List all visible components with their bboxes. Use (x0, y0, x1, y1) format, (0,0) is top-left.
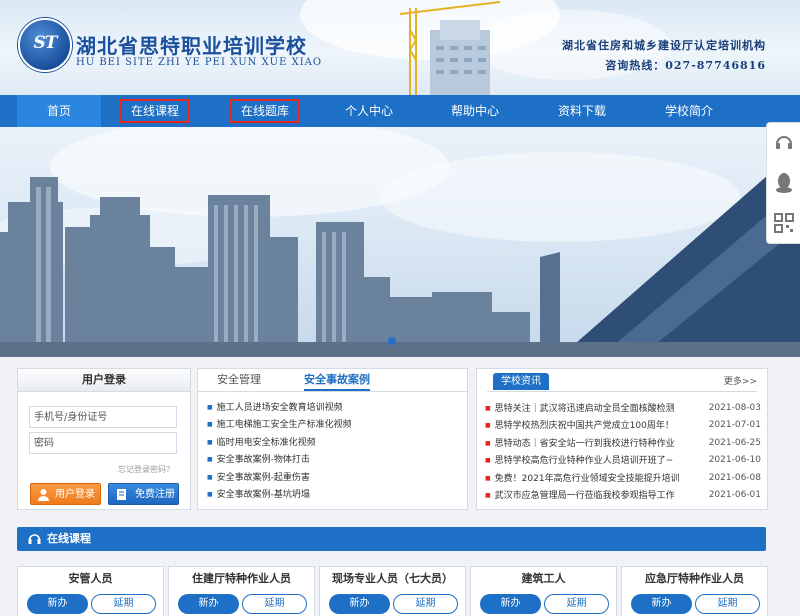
password-input[interactable] (29, 432, 177, 454)
side-toolbar (766, 122, 800, 244)
register-button-label: 免费注册 (135, 489, 175, 500)
nav-online-courses[interactable]: 在线课程 (120, 99, 190, 123)
course-card-site-staff: 现场专业人员（七大员） 新办 延期 (319, 566, 466, 616)
nav-question-bank[interactable]: 在线题库 (230, 99, 300, 123)
user-icon (38, 489, 49, 501)
news-date: 2021-07-01 (708, 420, 761, 431)
list-item[interactable]: 安全事故案例-起重伤害 (207, 469, 352, 486)
new-enroll-button[interactable]: 新办 (631, 594, 692, 614)
course-title: 住建厅特种作业人员 (192, 572, 291, 585)
nav-home[interactable]: 首页 (17, 95, 101, 127)
main-nav: 首页 在线课程 在线题库 个人中心 帮助中心 资料下载 学校简介 (0, 95, 800, 127)
news-item[interactable]: 武汉市应急管理局一行莅临我校参观指导工作 2021-06-01 (485, 487, 761, 504)
nav-help-center[interactable]: 帮助中心 (433, 95, 517, 127)
login-button[interactable]: 用户登录 (30, 483, 101, 505)
course-title: 现场专业人员（七大员） (332, 572, 453, 585)
school-name: 湖北省思特职业培训学校 (76, 34, 307, 58)
list-item[interactable]: 安全事故案例-基坑坍塌 (207, 486, 352, 503)
username-input[interactable] (29, 406, 177, 428)
crane-illustration (399, 1, 501, 95)
extend-button[interactable]: 延期 (544, 594, 609, 614)
news-list: 思特关注｜武汉将迅速启动全员全面核酸检测 2021-08-03 思特学校热烈庆祝中… (485, 400, 761, 504)
news-date: 2021-06-01 (708, 489, 761, 500)
extend-button[interactable]: 延期 (91, 594, 156, 614)
extend-button[interactable]: 延期 (695, 594, 760, 614)
site-header: ST 湖北省思特职业培训学校 HU BEI SITE ZHI YE PEI XU… (0, 0, 800, 95)
safety-panel: 安全管理 安全事故案例 施工人员进场安全教育培训视频 施工电梯施工安全生产标准化… (197, 368, 468, 510)
login-title: 用户登录 (18, 369, 190, 392)
news-date: 2021-06-10 (708, 455, 761, 466)
new-enroll-button[interactable]: 新办 (329, 594, 390, 614)
news-item[interactable]: 思特学校高危行业特种作业人员培训开班了~ 2021-06-10 (485, 452, 761, 469)
news-title: 思特学校热烈庆祝中国共产党成立100周年！ (494, 421, 674, 432)
banner-indicator[interactable] (388, 337, 396, 345)
login-button-label: 用户登录 (55, 489, 95, 500)
course-title: 应急厅特种作业人员 (645, 572, 744, 585)
tab-safety-management[interactable]: 安全管理 (217, 369, 261, 391)
news-title: 思特关注｜武汉将迅速启动全员全面核酸检测 (494, 404, 675, 415)
news-item[interactable]: 思特关注｜武汉将迅速启动全员全面核酸检测 2021-08-03 (485, 400, 761, 417)
school-pinyin: HU BEI SITE ZHI YE PEI XUN XUE XIAO (76, 57, 323, 68)
logo-text: ST (33, 33, 58, 53)
list-item[interactable]: 施工电梯施工安全生产标准化视频 (207, 416, 352, 433)
news-date: 2021-06-08 (708, 472, 761, 483)
course-title: 安管人员 (68, 572, 113, 585)
extend-button[interactable]: 延期 (393, 594, 458, 614)
section-title: 在线课程 (47, 532, 91, 545)
qr-code-icon[interactable] (767, 203, 800, 243)
forgot-password-link[interactable]: 忘记登录密码？ (118, 464, 174, 475)
news-date: 2021-08-03 (708, 403, 761, 413)
hotline-text: 咨询热线：027-87746816 (605, 59, 766, 72)
course-title: 建筑工人 (521, 572, 566, 585)
nav-personal-center[interactable]: 个人中心 (327, 95, 411, 127)
list-item[interactable]: 安全事故案例-物体打击 (207, 451, 352, 468)
school-logo[interactable]: ST (18, 18, 72, 72)
login-panel: 用户登录 忘记登录密码？ 用户登录 免费注册 (17, 368, 191, 510)
city-skyline-image (0, 127, 800, 357)
headphones-icon (28, 534, 41, 544)
document-icon (117, 489, 126, 500)
new-enroll-button[interactable]: 新办 (27, 594, 88, 614)
news-panel: 学校资讯 更多>> 思特关注｜武汉将迅速启动全员全面核酸检测 2021-08-03… (476, 368, 768, 510)
qq-icon[interactable] (767, 163, 800, 203)
news-title: 思特动态｜省安全站一行到我校进行特种作业 (494, 438, 675, 449)
safety-tabs: 安全管理 安全事故案例 (198, 369, 467, 392)
safety-list: 施工人员进场安全教育培训视频 施工电梯施工安全生产标准化视频 临时用电安全标准化… (207, 399, 352, 503)
course-card-construction-workers: 建筑工人 新办 延期 (470, 566, 617, 616)
new-enroll-button[interactable]: 新办 (480, 594, 541, 614)
nav-downloads[interactable]: 资料下载 (540, 95, 624, 127)
course-card-safety-managers: 安管人员 新办 延期 (17, 566, 164, 616)
headset-icon[interactable] (767, 123, 800, 163)
new-enroll-button[interactable]: 新办 (178, 594, 239, 614)
news-item[interactable]: 免费！2021年高危行业领域安全技能提升培训 2021-06-08 (485, 470, 761, 487)
hero-banner[interactable] (0, 127, 800, 357)
news-date: 2021-06-25 (708, 437, 761, 448)
list-item[interactable]: 施工人员进场安全教育培训视频 (207, 399, 352, 416)
extend-button[interactable]: 延期 (242, 594, 307, 614)
news-title: 免费！2021年高危行业领域安全技能提升培训 (494, 473, 680, 484)
news-tab[interactable]: 学校资讯 (493, 373, 549, 390)
list-item[interactable]: 临时用电安全标准化视频 (207, 434, 352, 451)
course-card-emergency-workers: 应急厅特种作业人员 新办 延期 (621, 566, 768, 616)
register-button[interactable]: 免费注册 (108, 483, 179, 505)
course-card-special-workers: 住建厅特种作业人员 新办 延期 (168, 566, 315, 616)
nav-school-intro[interactable]: 学校简介 (647, 95, 731, 127)
online-courses-header: 在线课程 (17, 527, 766, 551)
more-link[interactable]: 更多>> (724, 374, 757, 387)
news-item[interactable]: 思特学校热烈庆祝中国共产党成立100周年！ 2021-07-01 (485, 417, 761, 434)
news-title: 武汉市应急管理局一行莅临我校参观指导工作 (494, 491, 675, 502)
news-item[interactable]: 思特动态｜省安全站一行到我校进行特种作业 2021-06-25 (485, 435, 761, 452)
news-title: 思特学校高危行业特种作业人员培训开班了~ (494, 456, 674, 467)
tab-accident-cases[interactable]: 安全事故案例 (304, 369, 370, 391)
certification-text: 湖北省住房和城乡建设厅认定培训机构 (562, 39, 766, 52)
divider (487, 391, 757, 392)
